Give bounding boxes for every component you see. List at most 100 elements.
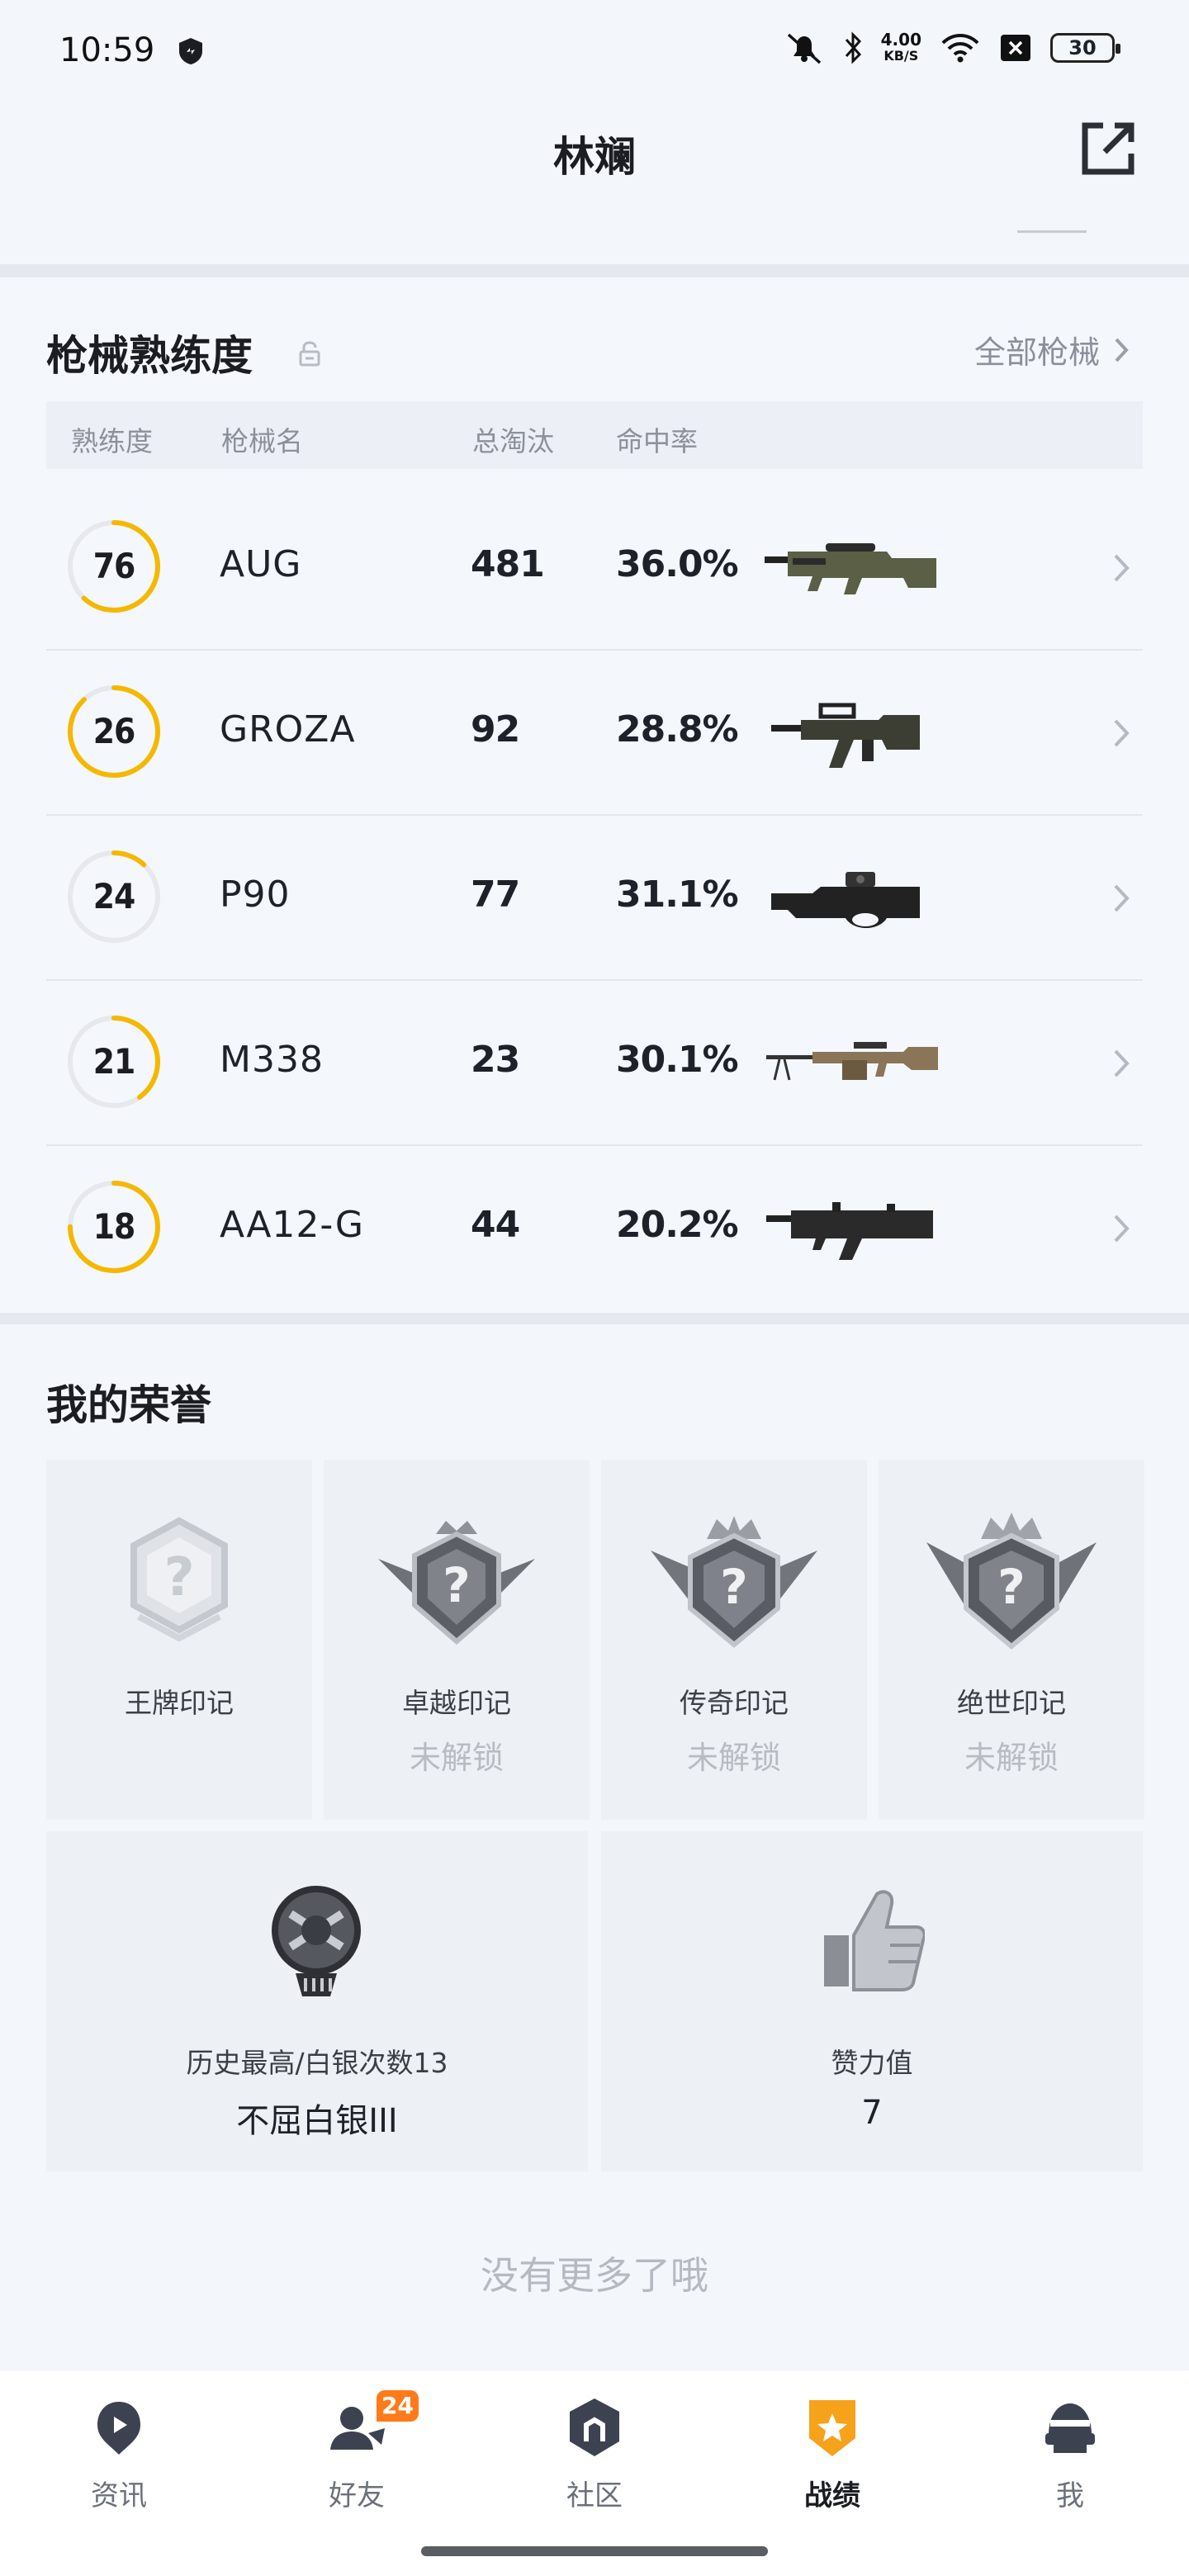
nav-item-friends[interactable]: 24 好友 xyxy=(274,2390,439,2519)
community-icon xyxy=(570,2398,619,2456)
groza-rifle-image xyxy=(771,703,920,768)
excellent-badge-icon: ? xyxy=(378,1521,535,1645)
badge-card-legend[interactable]: ? 传奇印记 未解锁 xyxy=(601,1460,867,1820)
nav-label: 好友 xyxy=(329,2479,385,2512)
aa12-shotgun-image xyxy=(766,1202,933,1260)
column-header-hit-rate: 命中率 xyxy=(616,425,698,457)
weapon-hit-rate: 31.1% xyxy=(616,874,739,916)
mastery-level: 18 xyxy=(92,1206,136,1247)
lock-icon[interactable] xyxy=(297,340,322,367)
weapon-hit-rate: 36.0% xyxy=(616,543,739,585)
mastery-level: 76 xyxy=(92,546,136,586)
aug-rifle-image xyxy=(765,543,936,594)
weapon-name: AUG xyxy=(220,543,302,585)
svg-text:?: ? xyxy=(443,1557,471,1613)
mastery-ring: 24 xyxy=(66,849,162,945)
all-weapons-link[interactable]: 全部枪械 xyxy=(974,327,1130,372)
nav-label: 社区 xyxy=(566,2479,623,2512)
badge-name: 绝世印记 xyxy=(957,1687,1066,1719)
chevron-right-icon xyxy=(1115,338,1129,362)
peerless-badge-icon: ? xyxy=(926,1513,1097,1650)
share-icon[interactable] xyxy=(1075,116,1141,182)
page-title: 林斓 xyxy=(553,133,636,181)
shield-icon xyxy=(179,38,202,64)
badge-card-excellent[interactable]: ? 卓越印记 未解锁 xyxy=(324,1460,590,1820)
nav-item-community[interactable]: 社区 xyxy=(512,2395,677,2519)
weapon-row-aug[interactable]: 76 AUG 481 36.0% xyxy=(46,485,1143,651)
friends-count-badge: 24 xyxy=(377,2390,419,2422)
svg-text:?: ? xyxy=(997,1559,1026,1615)
all-weapons-label: 全部枪械 xyxy=(973,334,1100,371)
badge-card-peerless[interactable]: ? 绝世印记 未解锁 xyxy=(879,1460,1144,1820)
weapon-hit-rate: 30.1% xyxy=(616,1039,739,1081)
weapon-mastery-section: 枪械熟练度 全部枪械 熟练度 枪械名 总淘汰 命中率 76 AUG 481 36… xyxy=(0,277,1189,1313)
nav-label: 战绩 xyxy=(804,2479,860,2512)
status-time: 10:59 xyxy=(59,31,155,69)
chevron-right-icon xyxy=(1114,1215,1130,1243)
highest-rank-value: 不屈白银III xyxy=(236,2102,398,2140)
mastery-level: 21 xyxy=(92,1041,136,1082)
likes-card[interactable]: 赞力值 7 xyxy=(601,1831,1143,2171)
mastery-ring: 21 xyxy=(66,1014,162,1110)
nav-item-record[interactable]: 战绩 xyxy=(750,2395,915,2519)
page-header: 林斓 xyxy=(0,99,1189,233)
thumbs-up-icon xyxy=(824,1890,925,1991)
weapon-row-groza[interactable]: 26 GROZA 92 28.8% xyxy=(46,651,1143,816)
chevron-right-icon xyxy=(1114,884,1130,912)
honor-section: 我的荣誉 ? 王牌印记 ? 卓越印记 未解锁 ? 传奇印记 未解锁 ? 绝世印记… xyxy=(0,1324,1189,2373)
section-title-weapons: 枪械熟练度 xyxy=(46,332,253,380)
weapon-kills: 481 xyxy=(471,543,545,585)
p90-smg-image xyxy=(771,872,920,928)
weapon-kills: 77 xyxy=(471,874,520,916)
weapon-name: M338 xyxy=(220,1039,324,1081)
nav-label: 资讯 xyxy=(91,2479,147,2512)
chevron-right-icon xyxy=(1114,554,1130,582)
badge-name: 卓越印记 xyxy=(402,1687,511,1719)
section-title-honor: 我的荣誉 xyxy=(46,1381,211,1429)
mastery-level: 24 xyxy=(92,876,136,916)
badge-status: 未解锁 xyxy=(686,1740,781,1776)
mastery-ring: 18 xyxy=(66,1179,162,1275)
badge-card-ace[interactable]: ? 王牌印记 xyxy=(46,1460,312,1820)
weapon-row-p90[interactable]: 24 P90 77 31.1% xyxy=(46,816,1143,981)
column-header-kills: 总淘汰 xyxy=(472,425,554,457)
mastery-level: 26 xyxy=(92,711,136,751)
header-divider xyxy=(1017,230,1087,233)
record-icon xyxy=(809,2400,855,2456)
weapon-kills: 44 xyxy=(471,1204,520,1246)
weapon-table-header: 熟练度 枪械名 总淘汰 命中率 xyxy=(46,401,1143,469)
weapon-row-m338[interactable]: 21 M338 23 30.1% xyxy=(46,981,1143,1146)
legend-badge-icon: ? xyxy=(651,1516,817,1648)
nav-item-news[interactable]: 资讯 xyxy=(36,2395,201,2519)
column-header-level: 熟练度 xyxy=(71,425,153,457)
likes-label: 赞力值 xyxy=(831,2047,913,2079)
status-bar: 10:59 4.00 KB/S 30 xyxy=(0,0,1189,99)
bottom-nav: 资讯 24 好友 社区 战绩 我 xyxy=(0,2370,1189,2576)
mute-icon xyxy=(787,33,821,64)
weapon-kills: 92 xyxy=(471,708,520,751)
column-header-name: 枪械名 xyxy=(221,425,303,457)
mastery-ring: 26 xyxy=(66,684,162,779)
weapon-name: AA12-G xyxy=(220,1204,364,1246)
chevron-right-icon xyxy=(1114,1049,1130,1077)
nav-label: 我 xyxy=(1056,2479,1084,2512)
home-indicator[interactable] xyxy=(421,2546,768,2556)
nav-item-me[interactable]: 我 xyxy=(988,2395,1153,2519)
weapon-hit-rate: 28.8% xyxy=(616,708,739,751)
svg-text:?: ? xyxy=(163,1547,194,1608)
wifi-icon xyxy=(941,34,979,63)
weapon-name: GROZA xyxy=(220,708,356,751)
weapon-kills: 23 xyxy=(471,1039,520,1081)
section-divider xyxy=(0,264,1189,277)
chevron-right-icon xyxy=(1114,719,1130,747)
section-divider xyxy=(0,1313,1189,1324)
badge-status: 未解锁 xyxy=(409,1740,504,1776)
weapon-hit-rate: 20.2% xyxy=(616,1204,739,1246)
sim-off-icon xyxy=(1001,35,1030,61)
badge-status: 未解锁 xyxy=(964,1740,1059,1776)
weapon-row-aa12g[interactable]: 18 AA12-G 44 20.2% xyxy=(46,1146,1143,1311)
ace-badge-icon: ? xyxy=(130,1517,228,1642)
badge-name: 王牌印记 xyxy=(125,1687,234,1719)
bluetooth-icon xyxy=(845,31,861,64)
highest-rank-card[interactable]: 历史最高/白银次数13 不屈白银III xyxy=(46,1831,588,2171)
